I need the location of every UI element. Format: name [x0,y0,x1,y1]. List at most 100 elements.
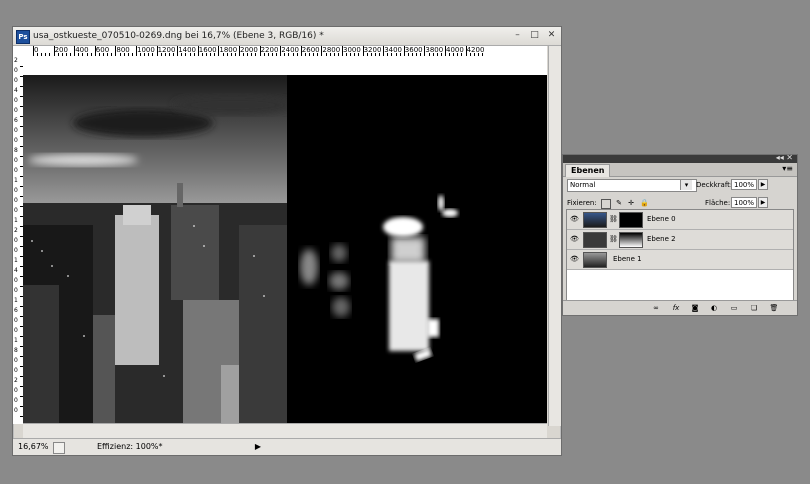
ruler-tick [342,46,343,56]
ruler-label: 0 [14,357,18,364]
status-bar: 16,67% Effizienz: 100%* ▶ [13,438,561,455]
ruler-tick [239,46,240,56]
new-group-icon[interactable]: ▭ [729,303,739,313]
link-icon[interactable]: ⛓ [609,235,618,243]
ruler-label: 0 [14,237,18,244]
lock-position-icon[interactable]: ✛ [627,199,635,207]
ruler-tick [94,46,96,56]
ruler-tick [403,46,405,56]
ruler-label: 6 [14,307,18,314]
add-mask-icon[interactable]: ◙ [690,303,700,313]
ruler-label: 0 [14,157,18,164]
ruler-label: 0 [14,407,18,414]
ruler-label: 0 [14,187,18,194]
vertical-scrollbar[interactable] [548,46,561,426]
ruler-label: 0 [14,247,18,254]
panel-menu-icon[interactable]: ▾≡ [782,164,793,173]
layer-thumbnail [583,212,607,228]
status-menu-icon[interactable] [53,442,65,454]
ruler-tick [383,46,385,56]
lock-all-icon[interactable]: 🔒 [640,199,649,207]
ruler-label: 0 [14,277,18,284]
ruler-tick [424,46,426,56]
layer-name[interactable]: Ebene 0 [647,215,676,223]
opacity-slider-button[interactable]: ▶ [758,179,768,190]
eye-icon[interactable]: 👁 [570,235,579,243]
layer-thumbnail [583,252,607,268]
eye-icon[interactable]: 👁 [570,255,579,263]
layer-row-ebene-2[interactable]: 👁 ⛓ Ebene 2 [567,230,793,250]
ruler-label: 0 [14,127,18,134]
ruler-label: 0 [14,97,18,104]
link-layers-icon[interactable]: ∞ [651,303,661,313]
ruler-label: 0 [14,77,18,84]
panel-tabbar: Ebenen ▾≡ [563,163,797,177]
image-canvas[interactable] [23,75,547,423]
ruler-label: 0 [14,167,18,174]
document-title: usa_ostkueste_070510-0269.dng bei 16,7% … [33,31,324,41]
layer-name[interactable]: Ebene 1 [613,255,642,263]
lock-transparency-icon[interactable] [601,199,611,209]
layer-name[interactable]: Ebene 2 [647,235,676,243]
lock-label: Fixieren: [567,199,597,207]
ruler-label: 0 [14,397,18,404]
ruler-tick [362,46,364,56]
fill-slider-button[interactable]: ▶ [758,197,768,208]
chevron-down-icon[interactable]: ▾ [680,180,692,190]
adjustment-layer-icon[interactable]: ◐ [709,303,719,313]
ruler-label: 1 [14,297,18,304]
opacity-label: Deckkraft: [696,181,733,189]
ruler-tick [218,46,220,56]
fill-label: Fläche: [705,199,731,207]
ruler-label: 4 [14,267,18,274]
zoom-level[interactable]: 16,67% [18,442,49,451]
link-icon[interactable]: ⛓ [609,215,618,223]
ruler-tick [74,46,76,56]
panel-header[interactable]: ◂◂ ✕ [563,153,797,163]
layer-list: 👁 ⛓ Ebene 0 👁 ⛓ Ebene 2 👁 Ebene 1 [566,209,794,301]
layer-mask-thumbnail[interactable] [619,232,643,248]
ruler-tick [321,46,323,56]
horizontal-scrollbar[interactable] [23,423,547,438]
ruler-label: 2 [14,227,18,234]
layer-row-ebene-0[interactable]: 👁 ⛓ Ebene 0 [567,210,793,230]
city-image [23,75,547,423]
close-button[interactable]: ✕ [546,30,557,41]
ruler-tick [465,46,467,56]
ruler-label: 0 [14,327,18,334]
document-titlebar[interactable]: Ps usa_ostkueste_070510-0269.dng bei 16,… [13,27,561,46]
status-arrow-icon[interactable]: ▶ [255,442,261,451]
ruler-label: 0 [14,197,18,204]
trash-icon[interactable]: 🗑 [769,303,779,313]
lock-pixels-icon[interactable]: ✎ [615,199,623,207]
panel-footer: ∞ fx ◙ ◐ ▭ ❏ 🗑 [563,300,797,315]
fx-icon[interactable]: fx [671,303,681,313]
document-window: Ps usa_ostkueste_070510-0269.dng bei 16,… [12,26,562,456]
panel-collapse-icon[interactable]: ◂◂ ✕ [776,153,793,162]
fill-field[interactable]: 100% [731,197,757,208]
ruler-label: 0 [14,207,18,214]
efficiency-readout: Effizienz: 100%* [97,442,163,451]
ruler-label: 0 [14,107,18,114]
ruler-label: 1 [14,337,18,344]
blend-mode-select[interactable]: Normal [567,179,697,192]
ruler-label: 6 [14,117,18,124]
eye-icon[interactable]: 👁 [570,215,579,223]
ruler-label: 1 [14,177,18,184]
ruler-label: 0 [14,67,18,74]
new-layer-icon[interactable]: ❏ [749,303,759,313]
ruler-label: 2 [14,377,18,384]
maximize-button[interactable]: □ [529,30,540,41]
ruler-label: 0 [14,137,18,144]
ruler-label: 8 [14,147,18,154]
tab-ebenen[interactable]: Ebenen [565,164,611,177]
ruler-tick [300,46,302,56]
ruler-label: 8 [14,347,18,354]
layer-row-ebene-1[interactable]: 👁 Ebene 1 [567,250,793,270]
ruler-tick [197,46,199,56]
minimize-button[interactable]: – [512,30,523,41]
ruler-label: 1 [14,257,18,264]
opacity-field[interactable]: 100% [731,179,757,190]
ruler-tick [53,46,55,56]
layer-mask-thumbnail[interactable] [619,212,643,228]
